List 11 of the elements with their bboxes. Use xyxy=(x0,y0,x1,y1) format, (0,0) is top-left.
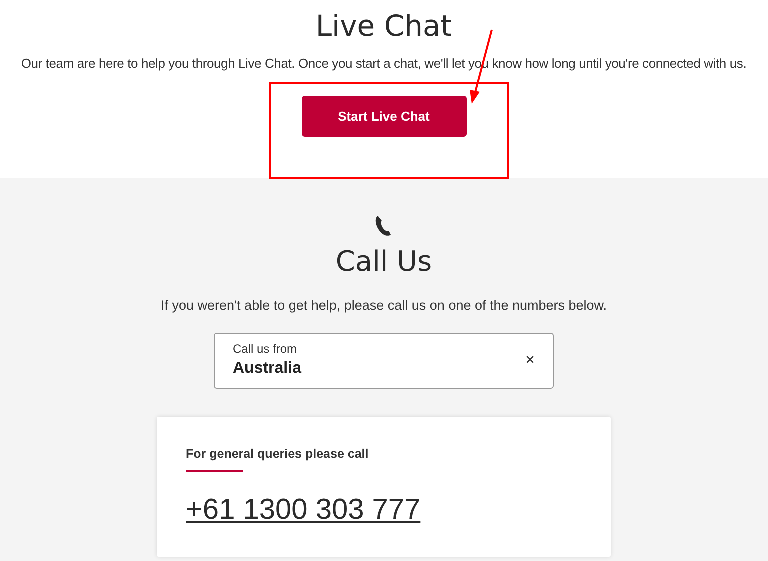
phone-link[interactable]: +61 1300 303 777 xyxy=(186,493,421,527)
phone-icon xyxy=(374,214,394,238)
country-select[interactable]: Call us from Australia × xyxy=(214,333,554,389)
start-chat-button[interactable]: Start Live Chat xyxy=(302,96,466,137)
section-title: Live Chat xyxy=(316,8,452,44)
card-heading: For general queries please call xyxy=(186,446,369,462)
clear-button[interactable]: × xyxy=(526,353,535,369)
field-value: Australia xyxy=(233,359,302,379)
description: If you weren't able to get help, please call us on one of the numbers below. xyxy=(160,297,608,315)
field-label: Call us from xyxy=(233,342,298,356)
section-title: Call Us xyxy=(336,244,432,280)
